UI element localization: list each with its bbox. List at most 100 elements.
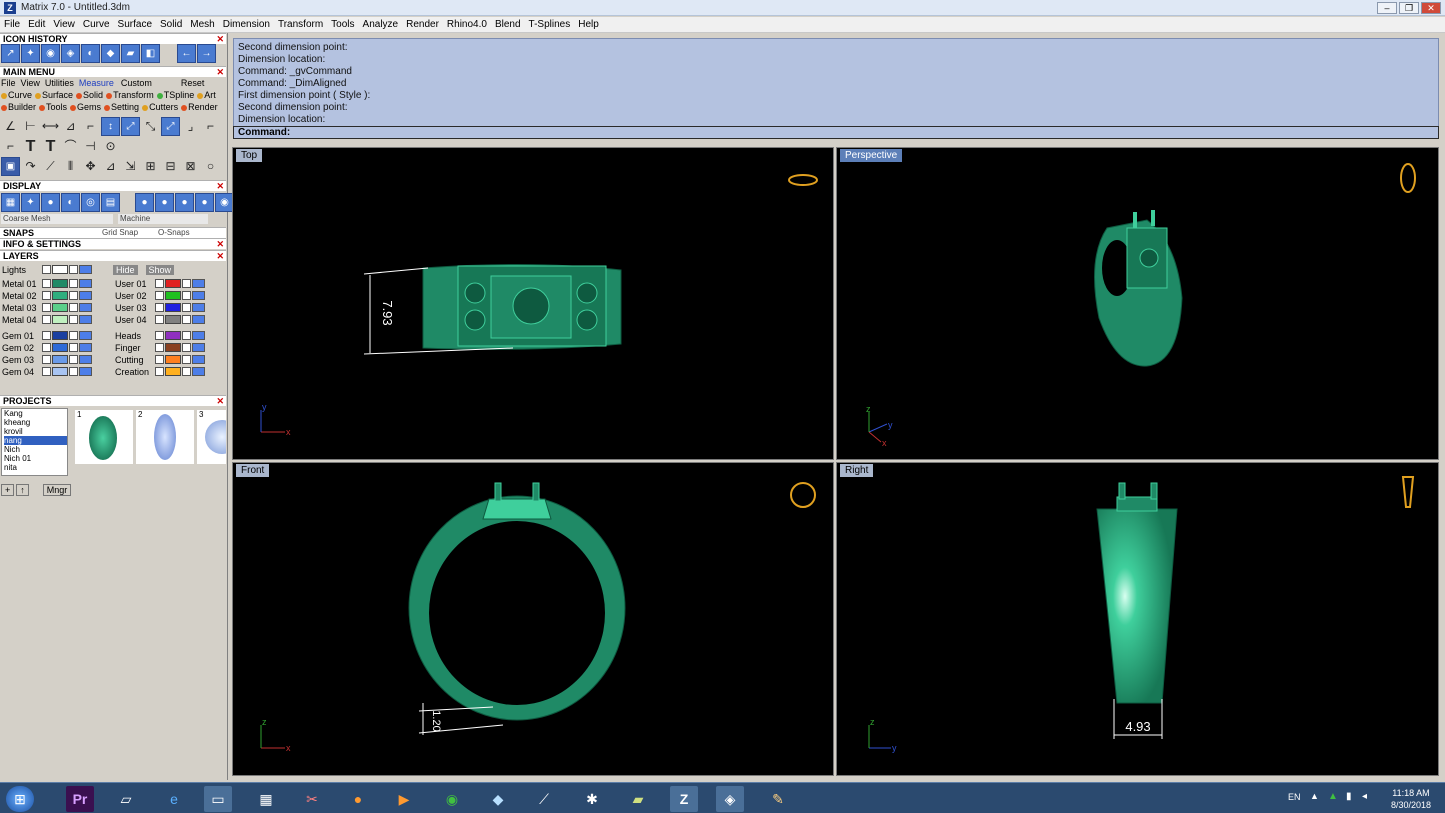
tab-utilities[interactable]: Utilities [45,78,74,88]
visibility-icon[interactable] [79,303,92,312]
dim-aligned-icon[interactable]: ⤢ [121,117,140,136]
menu-rhino[interactable]: Rhino4.0 [443,19,491,30]
category-surface[interactable]: Surface [35,90,73,100]
category-render[interactable]: Render [181,102,218,112]
layer-color-swatch[interactable] [52,315,68,324]
lock-icon[interactable] [69,355,78,364]
list-item[interactable]: Kang [4,409,67,418]
expand-icon[interactable] [155,303,164,312]
layer-color-swatch[interactable] [165,367,181,376]
expand-icon[interactable] [42,355,51,364]
history-tool-icon[interactable]: ◉ [41,44,60,63]
viewport-front[interactable]: Front 1.20 x z [232,462,834,776]
layer-color-swatch[interactable] [52,291,68,300]
history-tool-icon[interactable]: ◈ [61,44,80,63]
display-mode-icon[interactable]: ◐ [61,193,80,212]
calculator-icon[interactable]: ▦ [252,786,280,812]
layer-color-swatch[interactable] [165,291,181,300]
category-setting[interactable]: Setting [104,102,139,112]
project-thumbnail[interactable]: 3 [197,410,226,464]
dim-tool-icon[interactable]: ⊣ [81,137,100,156]
hide-button[interactable]: Hide [113,264,138,275]
system-clock[interactable]: 11:18 AM 8/30/2018 [1391,787,1431,811]
category-tspline[interactable]: TSpline [156,90,194,100]
layer-row[interactable]: Gem 02 [2,342,93,353]
layer-row[interactable]: Metal 02 [2,290,93,301]
up-arrow-icon[interactable]: ↑ [16,484,29,496]
expand-icon[interactable] [42,331,51,340]
visibility-icon[interactable] [192,291,205,300]
display-mode-select[interactable]: Coarse Mesh [1,214,113,224]
move-icon[interactable]: ✥ [81,157,100,176]
history-tool-icon[interactable]: ◆ [101,44,120,63]
tab-file[interactable]: File [1,78,16,88]
visibility-icon[interactable] [79,355,92,364]
layer-color-swatch[interactable] [52,303,68,312]
close-icon[interactable]: ✕ [216,67,224,77]
dim-tool-icon[interactable]: ⌟ [181,117,200,136]
lock-icon[interactable] [69,331,78,340]
visibility-icon[interactable] [79,279,92,288]
menu-tsplines[interactable]: T-Splines [525,19,575,30]
viewport-perspective[interactable]: Perspective y x z [836,147,1439,460]
forward-arrow-icon[interactable]: → [197,44,216,63]
menu-solid[interactable]: Solid [156,19,186,30]
category-curve[interactable]: Curve [1,90,32,100]
visibility-icon[interactable] [192,367,205,376]
history-tool-icon[interactable]: ✦ [21,44,40,63]
app-icon[interactable]: ✱ [578,786,606,812]
layer-row[interactable]: Heads [115,330,206,341]
lock-icon[interactable] [182,331,191,340]
paint-icon[interactable]: ✎ [764,786,792,812]
layer-color-swatch[interactable] [52,331,68,340]
list-item[interactable]: nang [4,436,67,445]
expand-icon[interactable] [155,331,164,340]
text-icon[interactable]: T [21,137,40,156]
tool-icon[interactable]: ⊠ [181,157,200,176]
network-icon[interactable]: ▮ [1346,791,1352,802]
tool-icon[interactable]: ⊿ [101,157,120,176]
layer-color-swatch[interactable] [165,331,181,340]
dim-tool-icon[interactable]: ⤡ [141,117,160,136]
visibility-icon[interactable] [192,279,205,288]
tool-icon[interactable]: ⊞ [141,157,160,176]
viewport-perspective-label[interactable]: Perspective [840,149,903,162]
volume-icon[interactable]: ◂ [1362,791,1367,802]
back-arrow-icon[interactable]: ← [177,44,196,63]
app-icon[interactable]: ✂ [298,786,326,812]
leader-icon[interactable]: ⌐ [1,137,20,156]
tray-icon[interactable]: ▲ [1328,791,1338,802]
lock-icon[interactable] [69,315,78,324]
expand-icon[interactable] [155,355,164,364]
material-icon[interactable]: ● [135,193,154,212]
close-button[interactable]: ✕ [1421,2,1441,14]
app-icon[interactable]: ⟋ [530,786,558,812]
expand-icon[interactable] [42,279,51,288]
zbrush-icon[interactable]: Z [670,786,698,812]
lock-icon[interactable] [69,303,78,312]
layer-row[interactable]: Metal 04 [2,314,93,325]
list-item[interactable]: kheang [4,418,67,427]
dim-tool-icon[interactable]: ⊿ [61,117,80,136]
dim-tool-icon[interactable]: ⌐ [81,117,100,136]
visibility-icon[interactable] [79,331,92,340]
menu-render[interactable]: Render [402,19,443,30]
history-tool-icon[interactable]: ↗ [1,44,20,63]
menu-dimension[interactable]: Dimension [219,19,274,30]
circle-measure-icon[interactable]: ⊙ [101,137,120,156]
lock-icon[interactable] [182,315,191,324]
expand-icon[interactable] [155,343,164,352]
dim-tool-icon[interactable]: ⌐ [201,117,220,136]
command-input[interactable]: Command: [233,126,1439,139]
manager-button[interactable]: Mngr [42,484,72,496]
layer-color-swatch[interactable] [52,279,68,288]
circle-icon[interactable]: ○ [201,157,220,176]
menu-analyze[interactable]: Analyze [359,19,403,30]
tab-measure[interactable]: Measure [79,78,114,88]
visibility-icon[interactable] [192,331,205,340]
expand-icon[interactable] [155,291,164,300]
app-icon[interactable]: ▱ [112,786,140,812]
layer-row[interactable]: Metal 01 [2,278,93,289]
lock-icon[interactable] [69,291,78,300]
media-icon[interactable]: ▶ [390,786,418,812]
